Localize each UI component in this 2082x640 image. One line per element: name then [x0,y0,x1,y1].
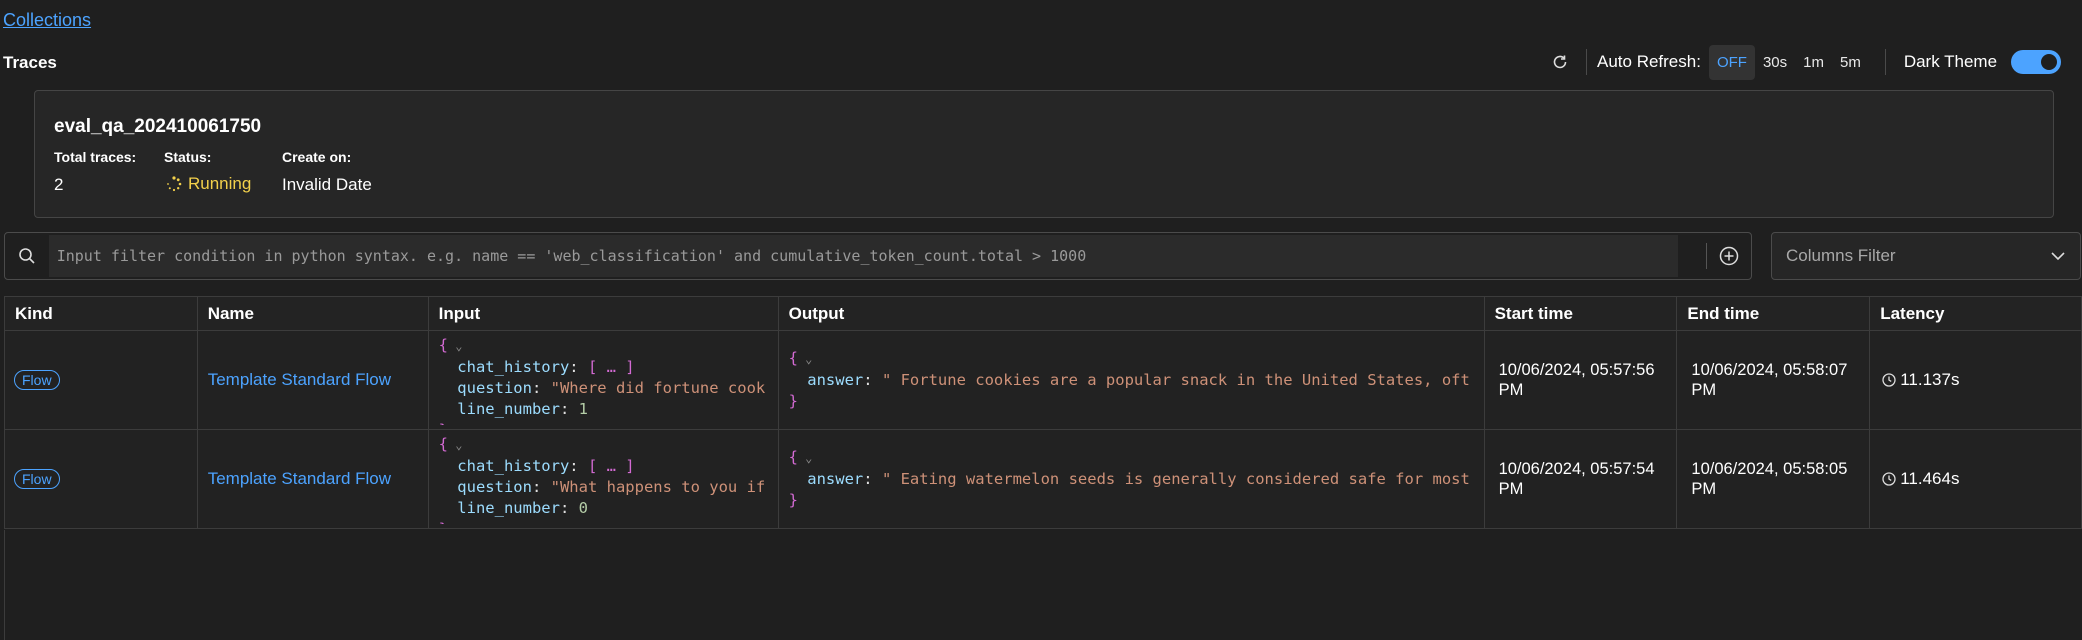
table-row[interactable]: Flow Template Standard Flow { ⌄ chat_his… [4,429,2082,529]
collapsed-array[interactable]: [ … ] [588,457,635,475]
table-row[interactable]: Flow Template Standard Flow { ⌄ chat_his… [4,330,2082,430]
collection-name: eval_qa_202410061750 [54,116,262,137]
output-answer: " Fortune cookies are a popular snack in… [881,371,1470,389]
add-filter-icon[interactable] [1707,246,1751,266]
search-icon [5,247,49,265]
filter-bar [4,232,1752,280]
refresh-icon[interactable] [1546,48,1574,76]
collapse-caret-icon[interactable]: ⌄ [798,352,812,366]
input-line-number: 1 [578,400,588,418]
latency: 11.464s [1871,469,2081,489]
output-json: { ⌄ answer: " Fortune cookies are a popu… [788,349,1470,410]
status-value: Running [166,174,251,194]
latency: 11.137s [1871,370,2081,390]
column-header-input[interactable]: Input [427,296,779,331]
latency-value: 11.137s [1900,370,1960,389]
refresh-option-30s[interactable]: 30s [1755,45,1795,80]
clock-icon [1882,472,1896,486]
trace-name-link[interactable]: Template Standard Flow [198,370,391,389]
column-header-name[interactable]: Name [196,296,429,331]
trace-name-link[interactable]: Template Standard Flow [198,469,391,488]
columns-filter-dropdown[interactable]: Columns Filter [1771,232,2081,280]
column-header-end-time[interactable]: End time [1676,296,1871,331]
filter-input[interactable] [48,235,1679,277]
collapse-caret-icon[interactable]: ⌄ [448,438,462,452]
input-json: { ⌄ chat_history: [ … ] question: "What … [438,435,766,524]
output-json: { ⌄ answer: " Eating watermelon seeds is… [788,448,1470,509]
end-time: 10/06/2024, 05:58:05 PM [1691,460,1848,498]
end-time: 10/06/2024, 05:58:07 PM [1691,361,1848,399]
input-line-number: 0 [578,499,588,517]
toolbar-divider [1586,49,1587,75]
column-header-start-time[interactable]: Start time [1483,296,1678,331]
toolbar-divider [1884,49,1886,75]
column-header-output[interactable]: Output [777,296,1485,331]
spinner-icon [167,176,182,192]
dark-theme-label: Dark Theme [1903,52,1998,71]
column-header-latency[interactable]: Latency [1869,296,2082,331]
input-question: "What happens to you if [550,478,766,496]
total-traces-value: 2 [54,175,64,194]
refresh-option-5m[interactable]: 5m [1832,45,1869,80]
start-time: 10/06/2024, 05:57:56 PM [1498,361,1655,399]
chevron-down-icon [2051,252,2065,261]
input-question: "Where did fortune cook [550,379,766,397]
table-header-row: Kind Name Input Output Start time End ti… [4,296,2082,331]
status-label: Status: [164,149,212,165]
kind-badge[interactable]: Flow [14,469,60,489]
column-header-kind[interactable]: Kind [4,296,198,331]
create-on-label: Create on: [282,149,352,165]
start-time: 10/06/2024, 05:57:54 PM [1498,460,1655,498]
kind-badge[interactable]: Flow [14,370,60,390]
total-traces-label: Total traces: [54,149,137,165]
latency-value: 11.464s [1900,469,1960,488]
collapse-caret-icon[interactable]: ⌄ [798,451,812,465]
input-json: { ⌄ chat_history: [ … ] question: "Where… [438,336,766,425]
status-text: Running [188,174,252,193]
traces-table: Kind Name Input Output Start time End ti… [4,296,2082,529]
refresh-option-1m[interactable]: 1m [1795,45,1832,80]
refresh-option-off[interactable]: OFF [1708,44,1755,80]
page-title: Traces [3,53,57,72]
create-on-value: Invalid Date [282,175,372,194]
dark-theme-toggle[interactable] [2011,50,2062,74]
auto-refresh-label: Auto Refresh: [1597,52,1701,71]
collapsed-array[interactable]: [ … ] [588,358,635,376]
clock-icon [1882,373,1896,387]
columns-filter-label: Columns Filter [1786,246,1896,265]
output-answer: " Eating watermelon seeds is generally c… [881,470,1470,488]
collections-link[interactable]: Collections [3,10,91,31]
collapse-caret-icon[interactable]: ⌄ [448,339,462,353]
table-empty-area [4,530,2082,640]
trace-summary-card: eval_qa_202410061750 Total traces: 2 Sta… [34,90,2054,218]
